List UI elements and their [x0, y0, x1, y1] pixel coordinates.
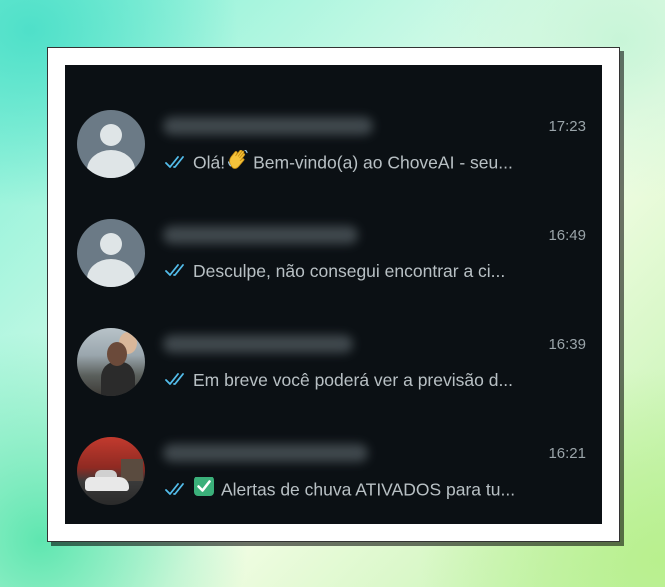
message-time: 17:23 — [548, 118, 586, 135]
photo-person — [101, 362, 135, 396]
message-preview: Em breve você poderá ver a previsão d... — [165, 368, 585, 392]
chat-row[interactable]: 16:49 Desculpe, não consegui encontrar a… — [65, 174, 602, 287]
contact-name-redacted — [163, 444, 368, 462]
message-preview: Alertas de chuva ATIVADOS para tu... — [165, 477, 585, 505]
contact-name-redacted — [163, 335, 353, 353]
chat-list: 17:23 Olá! Bem-vindo(a) ao ChoveAI - seu… — [65, 65, 602, 524]
check-mark-button-icon — [193, 477, 215, 503]
photo-car — [85, 477, 129, 491]
message-preview: Desculpe, não consegui encontrar a ci... — [165, 259, 585, 283]
read-double-check-icon — [165, 373, 184, 386]
profile-photo-avatar[interactable] — [77, 328, 145, 396]
preview-text: Alertas de chuva ATIVADOS para tu... — [221, 479, 516, 500]
default-avatar-icon[interactable] — [77, 219, 145, 287]
read-double-check-icon — [165, 483, 184, 495]
preview-text: Bem-vindo(a) ao ChoveAI - seu... — [253, 152, 513, 173]
preview-text: Em breve você poderá ver a previsão d... — [193, 370, 514, 390]
photo-person — [107, 342, 127, 366]
read-double-check-icon — [165, 264, 184, 277]
preview-text: Desculpe, não consegui encontrar a ci... — [193, 261, 506, 281]
chat-row[interactable]: 16:39 Em breve você poderá ver a previsã… — [65, 283, 602, 396]
waving-hand-icon — [227, 150, 249, 176]
chat-row[interactable]: 17:23 Olá! Bem-vindo(a) ao ChoveAI - seu… — [65, 65, 602, 178]
chat-row[interactable]: 16:21 Alertas de chuva ATIVADOS para tu.… — [65, 392, 602, 505]
contact-name-redacted — [163, 117, 373, 135]
screenshot-frame: 17:23 Olá! Bem-vindo(a) ao ChoveAI - seu… — [47, 47, 620, 542]
profile-photo-avatar[interactable] — [77, 437, 145, 505]
read-double-check-icon — [165, 156, 184, 168]
avatar-head — [100, 233, 122, 255]
message-time: 16:21 — [548, 445, 586, 462]
message-time: 16:49 — [548, 227, 586, 244]
message-time: 16:39 — [548, 336, 586, 353]
contact-name-redacted — [163, 226, 358, 244]
preview-text: Olá! — [193, 152, 226, 173]
avatar-head — [100, 124, 122, 146]
default-avatar-icon[interactable] — [77, 110, 145, 178]
